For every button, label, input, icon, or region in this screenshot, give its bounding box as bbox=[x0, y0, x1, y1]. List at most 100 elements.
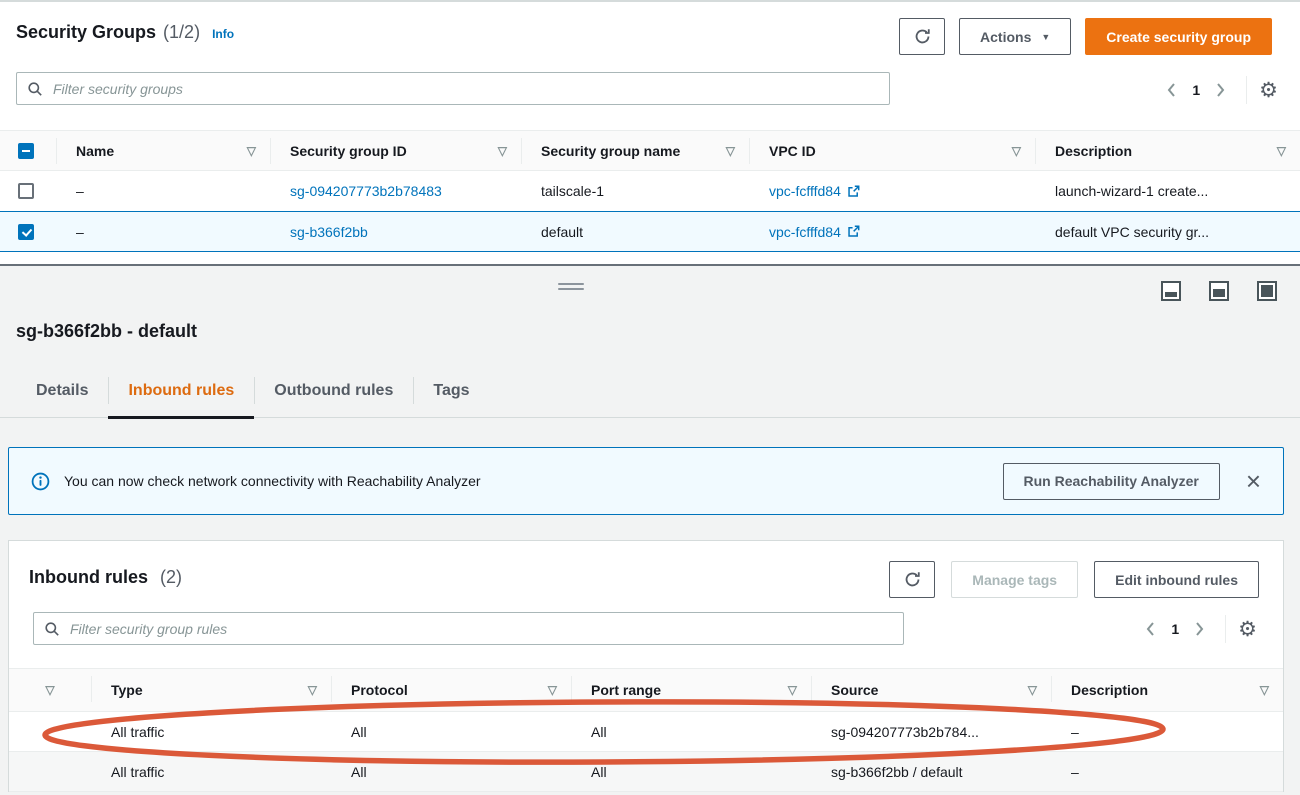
split-panel-drag-handle[interactable] bbox=[558, 283, 584, 293]
column-header-port-range[interactable]: Port range ▽ bbox=[571, 669, 811, 711]
filter-rules-input[interactable] bbox=[33, 612, 904, 645]
gear-icon[interactable]: ⚙ bbox=[1259, 80, 1278, 101]
column-header-vpc-id[interactable]: VPC ID ▽ bbox=[749, 131, 1035, 170]
cell-type: All traffic bbox=[91, 712, 331, 751]
chevron-down-icon: ▼ bbox=[1041, 32, 1050, 42]
column-header-sg-id[interactable]: Security group ID ▽ bbox=[270, 131, 521, 170]
cell-vpc-id: vpc-fcfffd84 bbox=[749, 171, 1035, 211]
cell-rule bbox=[9, 712, 91, 751]
info-link[interactable]: Info bbox=[212, 27, 234, 41]
top-toolbar: Actions ▼ Create security group bbox=[899, 18, 1272, 55]
cell-source: sg-094207773b2b784... bbox=[811, 712, 1051, 751]
row-checkbox[interactable] bbox=[18, 183, 34, 199]
sg-id-link[interactable]: sg-b366f2bb bbox=[290, 224, 368, 240]
sg-id-link[interactable]: sg-094207773b2b78483 bbox=[290, 183, 442, 199]
column-header-sg-name[interactable]: Security group name ▽ bbox=[521, 131, 749, 170]
external-link-icon bbox=[847, 185, 860, 198]
edit-inbound-rules-button[interactable]: Edit inbound rules bbox=[1094, 561, 1259, 598]
sort-icon: ▽ bbox=[1028, 683, 1037, 697]
page-count: (1/2) bbox=[163, 22, 200, 43]
column-label: Security group ID bbox=[290, 143, 407, 159]
cell-port-range: All bbox=[571, 752, 811, 791]
create-security-group-button[interactable]: Create security group bbox=[1085, 18, 1272, 55]
select-all-cell[interactable] bbox=[0, 131, 56, 170]
gear-icon[interactable]: ⚙ bbox=[1238, 619, 1257, 640]
panel-size-small-icon[interactable] bbox=[1161, 281, 1181, 301]
column-header-name[interactable]: Name ▽ bbox=[56, 131, 270, 170]
vpc-id-link[interactable]: vpc-fcfffd84 bbox=[769, 224, 860, 240]
chevron-right-icon bbox=[1216, 82, 1226, 98]
refresh-button[interactable] bbox=[899, 18, 945, 55]
panel-size-medium-icon[interactable] bbox=[1209, 281, 1229, 301]
select-all-checkbox[interactable] bbox=[18, 143, 34, 159]
chevron-left-icon bbox=[1145, 621, 1155, 637]
cell-protocol: All bbox=[331, 712, 571, 751]
next-page-button[interactable] bbox=[1208, 77, 1234, 103]
cell-source: sg-b366f2bb / default bbox=[811, 752, 1051, 791]
cell-type: All traffic bbox=[91, 752, 331, 791]
column-header-type[interactable]: Type ▽ bbox=[91, 669, 331, 711]
actions-button[interactable]: Actions ▼ bbox=[959, 18, 1071, 55]
row-checkbox-checked[interactable] bbox=[18, 224, 34, 240]
reachability-analyzer-banner: You can now check network connectivity w… bbox=[8, 447, 1284, 515]
cell-name: – bbox=[56, 212, 270, 251]
divider bbox=[1246, 76, 1247, 104]
column-header-source[interactable]: Source ▽ bbox=[811, 669, 1051, 711]
cell-sg-name: tailscale-1 bbox=[521, 171, 749, 211]
tab-details[interactable]: Details bbox=[16, 364, 108, 417]
tab-inbound-rules[interactable]: Inbound rules bbox=[108, 364, 254, 417]
vpc-id-text: vpc-fcfffd84 bbox=[769, 224, 841, 240]
manage-tags-button[interactable]: Manage tags bbox=[951, 561, 1078, 598]
tab-tags[interactable]: Tags bbox=[413, 364, 489, 417]
cell-rule bbox=[9, 752, 91, 791]
cell-sg-id: sg-b366f2bb bbox=[270, 212, 521, 251]
column-label: Name bbox=[76, 143, 114, 159]
column-label: Description bbox=[1071, 682, 1148, 698]
column-header-description[interactable]: Description ▽ bbox=[1051, 669, 1283, 711]
column-header-rule[interactable]: ▽ bbox=[9, 669, 91, 711]
split-panel-size-controls bbox=[1161, 281, 1277, 301]
inbound-rules-title-text: Inbound rules bbox=[29, 567, 148, 587]
refresh-button[interactable] bbox=[889, 561, 935, 598]
filter-security-groups-input[interactable] bbox=[16, 72, 890, 105]
page-number[interactable]: 1 bbox=[1171, 621, 1179, 637]
close-icon[interactable]: × bbox=[1246, 471, 1261, 492]
column-label: Protocol bbox=[351, 682, 408, 698]
external-link-icon bbox=[847, 225, 860, 238]
cell-vpc-id: vpc-fcfffd84 bbox=[749, 212, 1035, 251]
ec2-security-groups-page: Security Groups (1/2) Info Actions ▼ Cre… bbox=[0, 0, 1300, 795]
divider bbox=[1225, 615, 1226, 643]
table-row-selected: – sg-b366f2bb default vpc-fcfffd84 bbox=[0, 211, 1300, 252]
sort-icon: ▽ bbox=[726, 144, 735, 158]
sort-icon: ▽ bbox=[498, 144, 507, 158]
column-header-protocol[interactable]: Protocol ▽ bbox=[331, 669, 571, 711]
column-label: Type bbox=[111, 682, 143, 698]
panel-size-large-icon[interactable] bbox=[1257, 281, 1277, 301]
inbound-rules-toolbar: Manage tags Edit inbound rules bbox=[889, 561, 1259, 598]
actions-label: Actions bbox=[980, 29, 1031, 45]
next-page-button[interactable] bbox=[1187, 616, 1213, 642]
security-groups-panel: Security Groups (1/2) Info Actions ▼ Cre… bbox=[0, 0, 1300, 266]
cell-description: launch-wizard-1 create... bbox=[1035, 171, 1300, 211]
run-reachability-analyzer-button[interactable]: Run Reachability Analyzer bbox=[1003, 463, 1220, 500]
page-number[interactable]: 1 bbox=[1192, 82, 1200, 98]
table-row: – sg-094207773b2b78483 tailscale-1 vpc-f… bbox=[0, 171, 1300, 212]
inbound-rules-table: ▽ Type ▽ Protocol ▽ Port range ▽ Source … bbox=[9, 668, 1283, 792]
sort-icon: ▽ bbox=[45, 683, 54, 697]
sort-icon: ▽ bbox=[788, 683, 797, 697]
info-icon bbox=[31, 472, 50, 491]
filter-rules bbox=[33, 612, 904, 645]
detail-tabs: Details Inbound rules Outbound rules Tag… bbox=[0, 364, 1300, 418]
previous-page-button[interactable] bbox=[1137, 616, 1163, 642]
sort-icon: ▽ bbox=[1260, 683, 1269, 697]
pagination: 1 ⚙ bbox=[1158, 76, 1278, 104]
column-label: Port range bbox=[591, 682, 661, 698]
cell-description: – bbox=[1051, 752, 1283, 791]
chevron-right-icon bbox=[1195, 621, 1205, 637]
column-header-description[interactable]: Description ▽ bbox=[1035, 131, 1300, 170]
vpc-id-link[interactable]: vpc-fcfffd84 bbox=[769, 183, 860, 199]
previous-page-button[interactable] bbox=[1158, 77, 1184, 103]
tab-outbound-rules[interactable]: Outbound rules bbox=[254, 364, 413, 417]
inbound-rules-count: (2) bbox=[160, 567, 182, 587]
column-label: VPC ID bbox=[769, 143, 816, 159]
